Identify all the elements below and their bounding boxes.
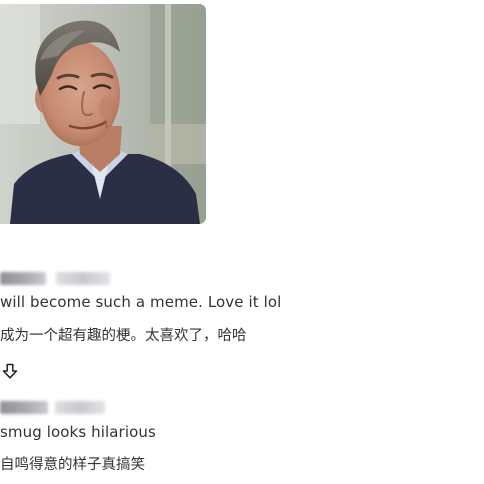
arrow-down-icon xyxy=(2,363,18,379)
comment-text-english: will become such a meme. Love it lol xyxy=(0,293,282,311)
reaction-gif[interactable] xyxy=(0,4,206,224)
gif-image xyxy=(0,4,206,224)
comment-text-chinese: 自鸣得意的样子真搞笑 xyxy=(0,457,145,473)
comment-text-english: smug looks hilarious xyxy=(0,423,156,441)
comment-timestamp xyxy=(56,272,110,285)
downvote-button[interactable] xyxy=(1,362,19,380)
comment-text-chinese: 成为一个超有趣的梗。太喜欢了，哈哈 xyxy=(0,328,247,344)
comment-author[interactable] xyxy=(0,272,46,285)
comment-author[interactable] xyxy=(0,401,48,414)
comment-timestamp xyxy=(55,401,105,414)
comment-thread: will become such a meme. Love it lol 成为一… xyxy=(0,0,484,484)
